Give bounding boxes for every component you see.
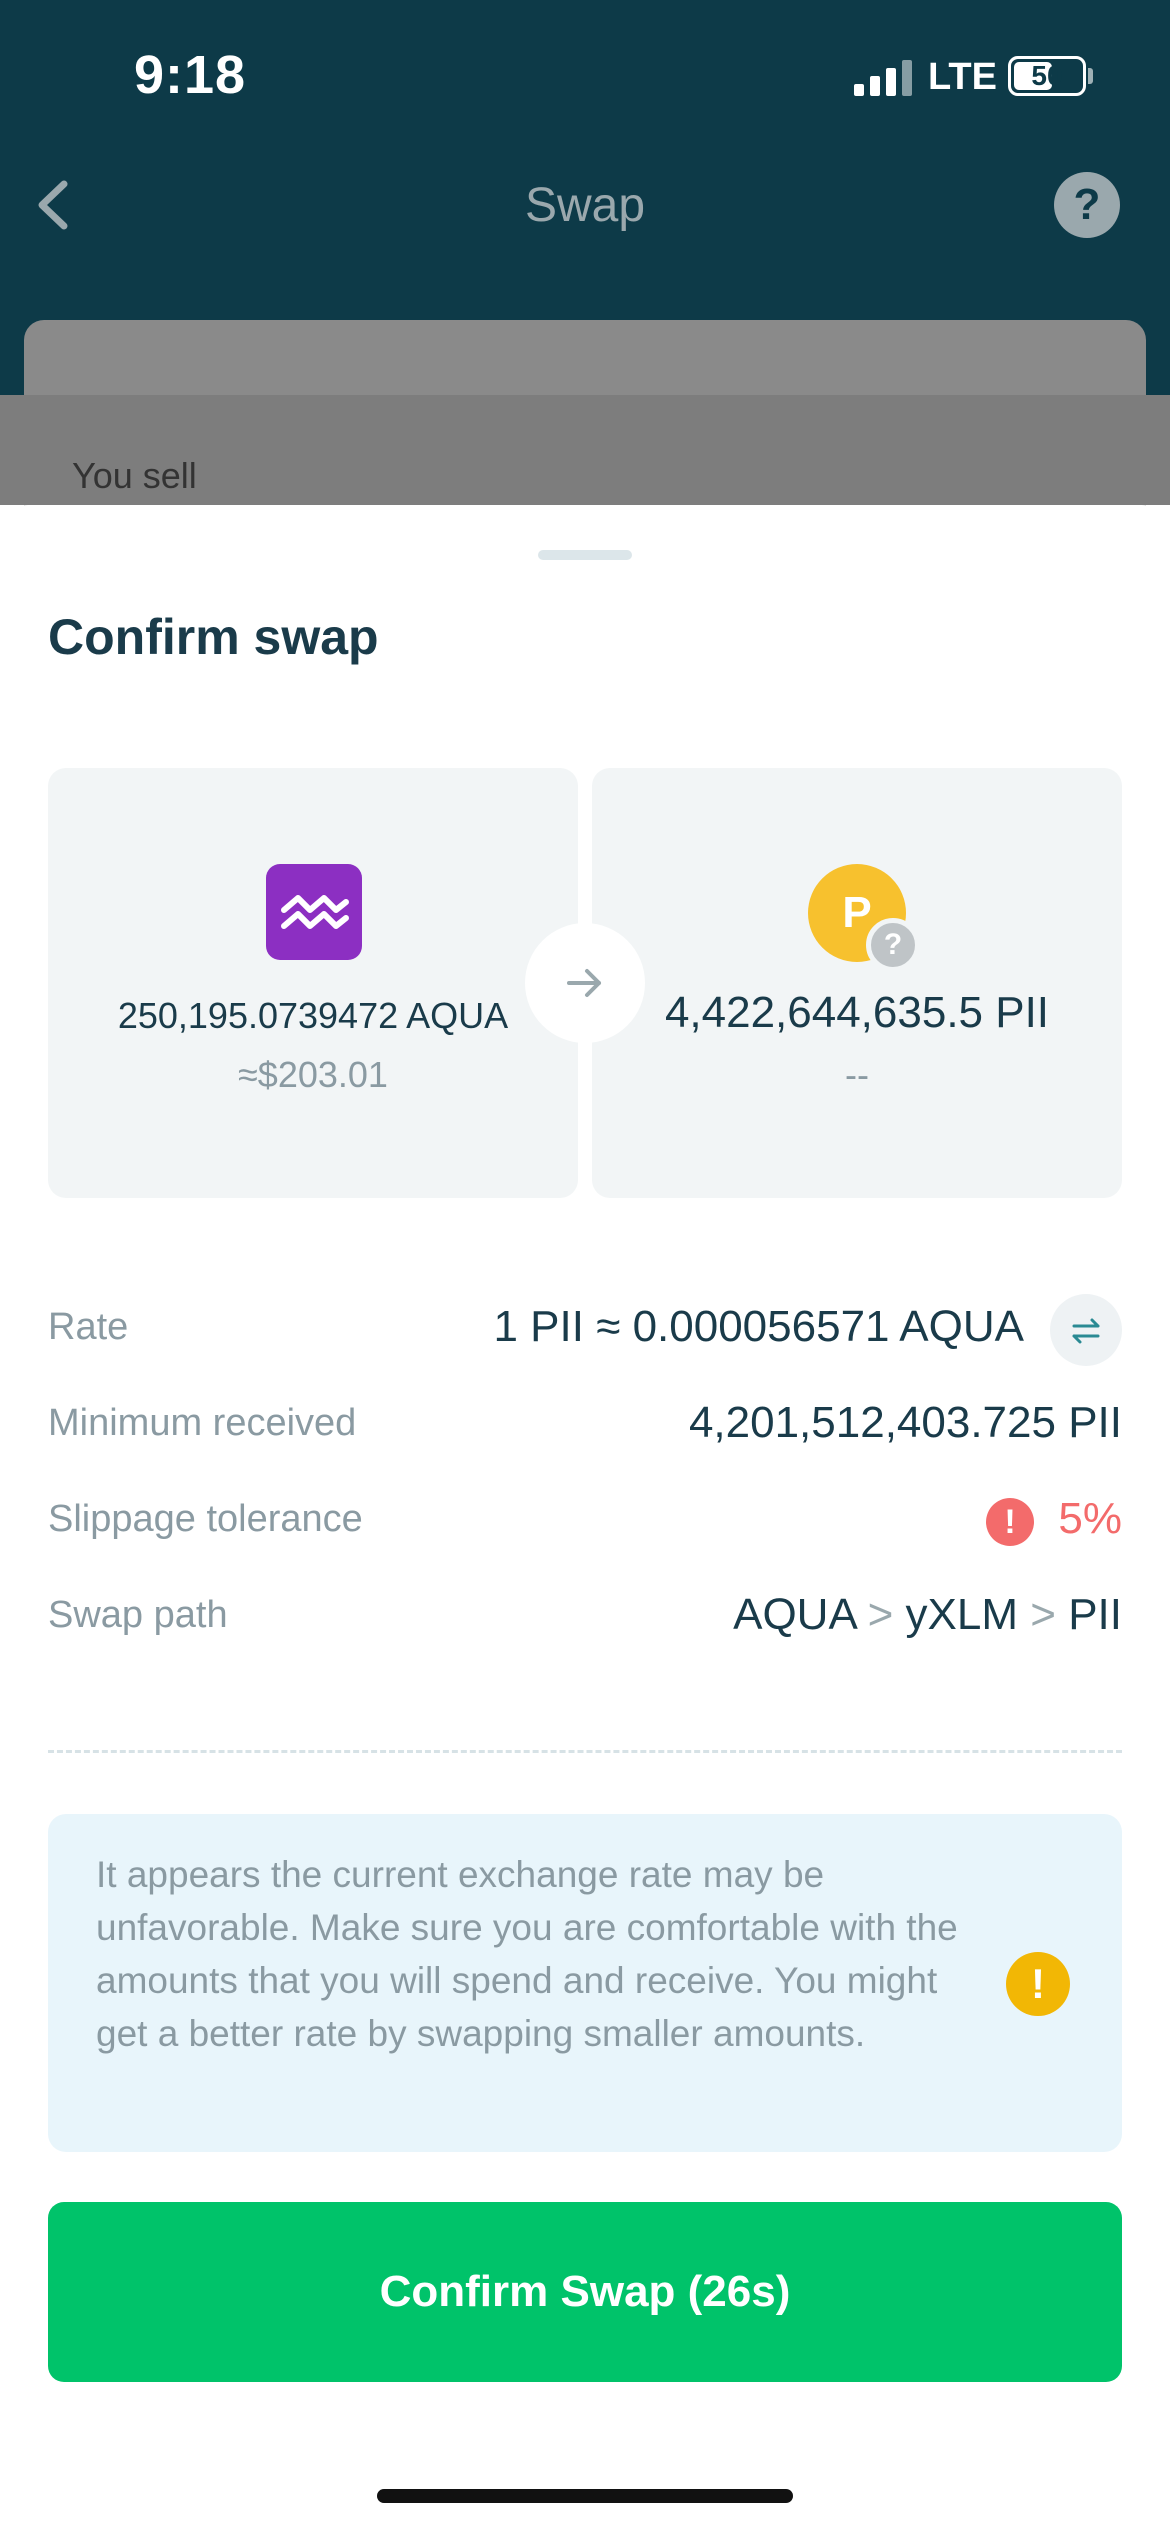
battery-level: 50: [1031, 60, 1063, 91]
warning-text: It appears the current exchange rate may…: [96, 1854, 958, 2054]
page-title: Swap: [524, 179, 646, 232]
buy-usd-value: --: [845, 1054, 869, 1095]
rate-value: 1 PII ≈ 0.000056571 AQUA: [493, 1302, 1024, 1351]
sheet-drag-handle[interactable]: [538, 550, 632, 560]
buy-token-card: [592, 768, 1122, 1198]
swap-path-separator: >: [867, 1590, 894, 1639]
home-indicator[interactable]: [377, 2489, 793, 2503]
swap-path-label: Swap path: [48, 1594, 228, 1636]
help-button[interactable]: ?: [1054, 172, 1120, 238]
you-sell-label: You sell: [72, 455, 197, 496]
swap-arrows-icon: [1072, 1318, 1100, 1344]
minimum-received-value: 4,201,512,403.725 PII: [688, 1398, 1122, 1447]
swap-path-step: PII: [1068, 1590, 1122, 1639]
minimum-received-label: Minimum received: [48, 1402, 357, 1444]
slippage-label: Slippage tolerance: [48, 1498, 363, 1540]
divider: [48, 1750, 1122, 1753]
warning-icon: !: [1006, 1952, 1070, 2016]
sell-amount: 250,195.0739472 AQUA: [117, 995, 509, 1036]
sell-token-card: [48, 768, 578, 1198]
unknown-asset-icon: ?: [866, 918, 920, 972]
network-label: LTE: [928, 56, 997, 98]
swap-path-value: AQUA > yXLM > PII: [733, 1590, 1122, 1640]
sheet-title: Confirm swap: [48, 609, 379, 665]
sell-usd-value: ≈$203.01: [238, 1054, 388, 1095]
rate-label: Rate: [48, 1306, 129, 1348]
confirm-swap-button[interactable]: Confirm Swap (26s): [48, 2202, 1122, 2382]
battery-icon: 50: [1008, 56, 1086, 96]
reverse-rate-button[interactable]: [1050, 1294, 1122, 1366]
swap-path-step: yXLM: [905, 1590, 1019, 1639]
status-time: 9:18: [134, 45, 247, 105]
signal-icon: [854, 60, 912, 96]
status-bar: 9:18 LTE 50: [0, 0, 1170, 150]
aqua-logo-icon: [266, 864, 362, 960]
swap-path-step: AQUA: [733, 1590, 856, 1639]
battery-cap: [1088, 68, 1093, 84]
buy-amount: 4,422,644,635.5 PII: [664, 988, 1050, 1037]
alert-icon: !: [986, 1498, 1034, 1546]
slippage-value: 5%: [1058, 1494, 1122, 1543]
swap-path-separator: >: [1030, 1590, 1056, 1639]
